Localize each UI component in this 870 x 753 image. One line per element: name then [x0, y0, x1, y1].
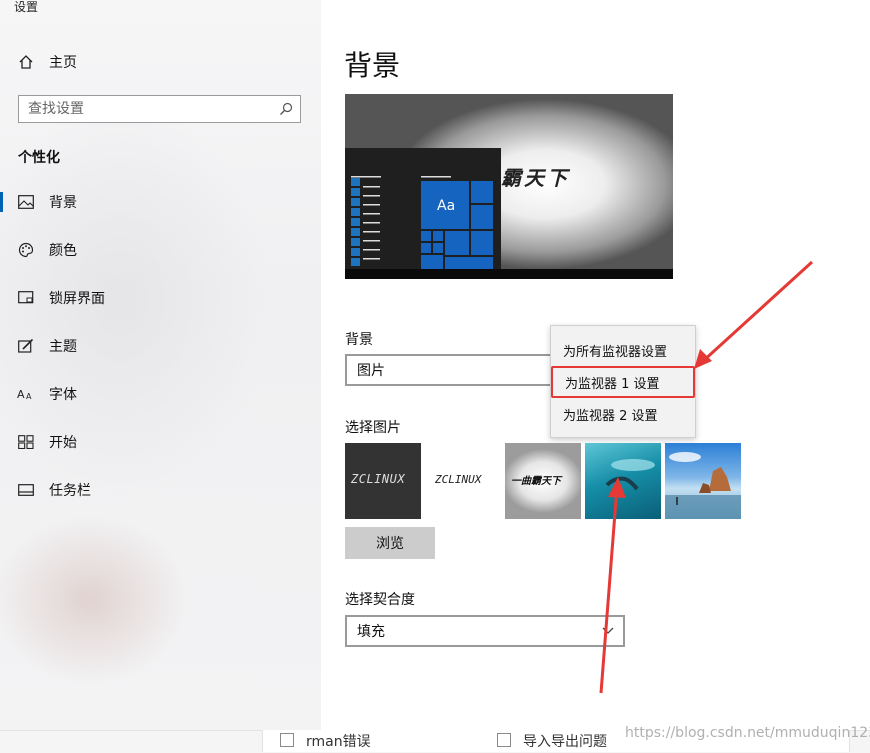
background-item-import-export: 导入导出问题: [523, 734, 607, 750]
thumbnail-zclinux-dark[interactable]: ZCLINUX: [345, 443, 421, 519]
sidebar-item-taskbar[interactable]: 任务栏: [0, 470, 321, 510]
preview-tile-label: Aa: [437, 198, 456, 214]
sidebar-item-fonts[interactable]: AA 字体: [0, 374, 321, 414]
palette-icon: [17, 241, 35, 259]
checkbox[interactable]: [497, 733, 511, 747]
svg-text:A: A: [26, 392, 32, 401]
sidebar-item-label: 任务栏: [49, 483, 91, 499]
sidebar-item-themes[interactable]: 主题: [0, 326, 321, 366]
csdn-watermark: https://blog.csdn.net/mmuduqin123: [625, 725, 870, 741]
sidebar: 设置 主页 个性化 背景 颜色 锁屏界面 主题: [0, 0, 321, 730]
thumbnail-calligraphy[interactable]: 一曲霸天下: [505, 443, 581, 519]
context-menu: 为所有监视器设置 为监视器 1 设置 为监视器 2 设置: [550, 325, 696, 438]
home-icon: [17, 53, 35, 71]
sidebar-item-lockscreen[interactable]: 锁屏界面: [0, 278, 321, 318]
thumbnail-text: 一曲霸天下: [511, 476, 561, 487]
font-icon: AA: [17, 385, 35, 403]
background-type-value: 图片: [357, 363, 385, 379]
preview-start-menu: Aa: [345, 148, 501, 269]
theme-icon: [17, 337, 35, 355]
search-icon[interactable]: [276, 99, 296, 119]
thumbnail-text: ZCLINUX: [435, 473, 482, 486]
picture-icon: [17, 193, 35, 211]
sidebar-item-label: 字体: [49, 387, 77, 403]
chevron-down-icon: [602, 624, 614, 640]
start-icon: [17, 433, 35, 451]
sidebar-item-background[interactable]: 背景: [0, 182, 321, 222]
browse-button[interactable]: 浏览: [345, 527, 435, 559]
fit-value: 填充: [357, 624, 385, 640]
svg-text:A: A: [17, 388, 25, 401]
sidebar-item-label: 颜色: [49, 243, 77, 259]
app-title: 设置: [14, 0, 39, 14]
section-heading: 个性化: [18, 150, 60, 166]
background-label: 背景: [345, 332, 373, 348]
sidebar-item-label: 主题: [49, 339, 77, 355]
page-title: 背景: [344, 49, 401, 82]
fit-label: 选择契合度: [345, 592, 415, 608]
taskbar-icon: [17, 481, 35, 499]
thumbnail-zclinux-light[interactable]: ZCLINUX: [425, 443, 501, 519]
thumbnail-beach-rocks[interactable]: [665, 443, 741, 519]
sidebar-item-home[interactable]: 主页: [0, 42, 321, 82]
thumbnail-text: ZCLINUX: [351, 472, 406, 486]
search-input[interactable]: [19, 96, 276, 122]
thumbnail-underwater[interactable]: [585, 443, 661, 519]
menu-item-all-monitors[interactable]: 为所有监视器设置: [551, 334, 695, 366]
choose-picture-label: 选择图片: [345, 420, 401, 436]
sidebar-item-start[interactable]: 开始: [0, 422, 321, 462]
sidebar-item-colors[interactable]: 颜色: [0, 230, 321, 270]
search-box[interactable]: [18, 95, 301, 123]
lockscreen-icon: [17, 289, 35, 307]
fit-select[interactable]: 填充: [345, 615, 625, 647]
menu-item-monitor-2[interactable]: 为监视器 2 设置: [551, 398, 695, 430]
sidebar-item-label: 锁屏界面: [49, 291, 105, 307]
sidebar-item-label: 主页: [49, 55, 77, 71]
background-preview: 一曲霸天下 Aa: [345, 94, 673, 279]
sidebar-item-label: 开始: [49, 435, 77, 451]
checkbox[interactable]: [280, 733, 294, 747]
menu-item-monitor-1[interactable]: 为监视器 1 设置: [551, 366, 695, 398]
preview-taskbar: [345, 269, 673, 279]
background-item-rman: rman错误: [306, 734, 371, 750]
sidebar-item-label: 背景: [49, 195, 77, 211]
